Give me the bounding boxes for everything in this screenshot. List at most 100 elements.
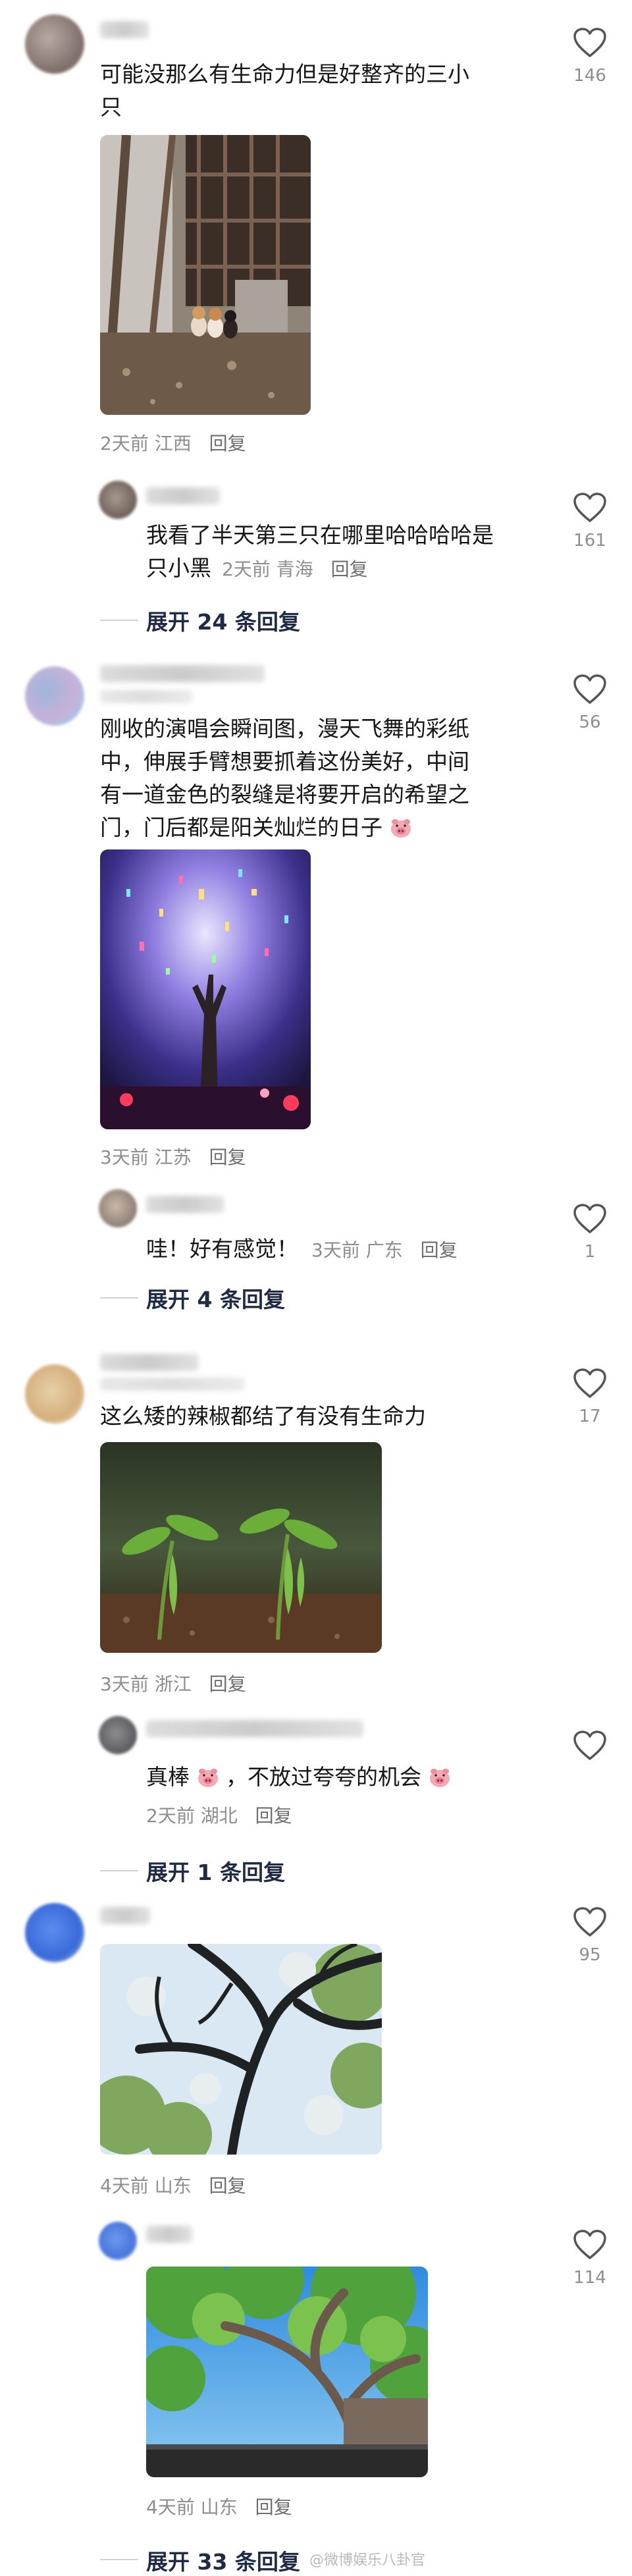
reply-text: 哇！好有感觉！ 3天前 广东 回复	[146, 1233, 554, 1267]
comment-photo-concert[interactable]	[100, 849, 311, 1129]
comment-text-line: 刚收的演唱会瞬间图，漫天飞舞的彩纸	[100, 716, 469, 741]
comment-time: 3天前	[100, 1673, 149, 1695]
watermark: @微博娱乐八卦官	[309, 2552, 426, 2569]
reply-meta: 3天前 广东 回复	[311, 1234, 458, 1267]
comment-text: 刚收的演唱会瞬间图，漫天飞舞的彩纸 中，伸展手臂想要抓着这份美好，中间 有一道金…	[100, 712, 561, 844]
like-heart-icon[interactable]	[573, 1368, 607, 1399]
username-blurred-2	[100, 690, 192, 703]
username-blurred[interactable]	[100, 665, 265, 682]
comment-region: 江西	[154, 433, 192, 454]
comment-photo-tree[interactable]	[100, 1944, 382, 2155]
like-heart-icon[interactable]	[573, 493, 607, 523]
comment-text-line: 可能没那么有生命力但是好整齐的三小	[100, 61, 469, 87]
expand-replies-button[interactable]: 展开 24 条回复	[146, 604, 300, 636]
username-blurred[interactable]	[146, 1196, 224, 1213]
comment-meta: 4天前 山东 回复	[100, 2172, 246, 2198]
username-blurred-2	[100, 1378, 245, 1391]
comment-time: 4天前	[100, 2175, 149, 2197]
comment-text-line: 只	[100, 94, 122, 120]
reply-button[interactable]: 回复	[255, 2496, 292, 2518]
avatar[interactable]	[25, 666, 84, 726]
comment-photo-peppers[interactable]	[100, 1442, 382, 1653]
username-blurred[interactable]	[100, 1354, 199, 1371]
like-count: 56	[579, 712, 601, 732]
username-blurred[interactable]	[146, 1720, 363, 1737]
like-count: 161	[573, 531, 606, 550]
reply-text-line: 哇！好有感觉！	[146, 1236, 298, 1262]
like-count: 1	[584, 1242, 596, 1262]
pig-face-emoji-icon	[429, 1769, 450, 1787]
expand-replies-button[interactable]: 展开 4 条回复	[146, 1282, 285, 1314]
like-count: 17	[579, 1407, 601, 1426]
reply-region: 湖北	[200, 1805, 238, 1827]
like-count: 95	[579, 1945, 601, 1965]
comment-region: 浙江	[154, 1673, 192, 1695]
reply-button[interactable]: 回复	[331, 558, 368, 580]
reply-text-line: 真棒	[146, 1764, 190, 1790]
pig-face-emoji-icon	[390, 819, 411, 838]
comment-region: 山东	[154, 2175, 192, 2197]
comment-region: 江苏	[154, 1146, 192, 1168]
username-blurred[interactable]	[100, 1907, 150, 1924]
reply-meta: 2天前 青海 回复	[222, 553, 368, 586]
like-heart-icon[interactable]	[573, 1731, 607, 1761]
expand-replies-button[interactable]: 展开 1 条回复	[146, 1855, 285, 1887]
expand-replies-button[interactable]: 展开 33 条回复	[146, 2544, 300, 2576]
avatar[interactable]	[25, 1364, 84, 1424]
like-heart-icon[interactable]	[573, 28, 607, 58]
divider	[100, 620, 138, 621]
comment-time: 3天前	[100, 1146, 149, 1168]
reply-button[interactable]: 回复	[255, 1805, 292, 1827]
avatar[interactable]	[99, 1716, 137, 1754]
reply-text-line: 我看了半天第三只在哪里哈哈哈哈是	[146, 522, 494, 548]
reply-time: 2天前	[146, 1805, 195, 1827]
pig-face-emoji-icon	[198, 1769, 218, 1787]
avatar[interactable]	[99, 1189, 137, 1227]
comment-text-line: 中，伸展手臂想要抓着这份美好，中间	[100, 749, 469, 774]
avatar[interactable]	[25, 14, 84, 74]
divider	[100, 2559, 138, 2560]
comment-time: 2天前	[100, 433, 149, 454]
reply-text: 我看了半天第三只在哪里哈哈哈哈是 只小黑 2天前 青海 回复	[146, 519, 554, 586]
reply-time: 3天前	[311, 1239, 360, 1261]
like-count: 146	[573, 66, 606, 86]
reply-button[interactable]: 回复	[421, 1239, 458, 1261]
comment-meta: 3天前 江苏 回复	[100, 1143, 246, 1169]
comment-photo-tree-canopy[interactable]	[146, 2267, 428, 2477]
like-heart-icon[interactable]	[573, 1204, 607, 1234]
username-blurred[interactable]	[146, 487, 220, 504]
reply-region: 青海	[276, 558, 313, 580]
reply-text-line: ，不放过夸夸的机会	[226, 1764, 421, 1790]
comment-text-line: 这么矮的辣椒都结了有没有生命力	[100, 1403, 426, 1429]
reply-button[interactable]: 回复	[209, 1146, 246, 1168]
reply-button[interactable]: 回复	[209, 433, 246, 454]
reply-time: 2天前	[222, 558, 271, 580]
comment-text-line: 门，门后都是阳关灿烂的日子	[100, 815, 382, 840]
comment-text: 这么矮的辣椒都结了有没有生命力	[100, 1400, 548, 1433]
comment-photo-cats[interactable]	[100, 135, 311, 415]
divider	[100, 1297, 138, 1299]
avatar[interactable]	[25, 1903, 84, 1962]
comment-region: 山东	[200, 2496, 238, 2518]
reply-meta: 2天前 湖北 回复	[146, 1802, 292, 1828]
comment-text: 可能没那么有生命力但是好整齐的三小 只	[100, 58, 548, 124]
like-heart-icon[interactable]	[573, 674, 607, 705]
like-heart-icon[interactable]	[573, 1907, 607, 1937]
reply-text-line: 只小黑	[146, 555, 211, 581]
avatar[interactable]	[99, 2222, 137, 2260]
reply-button[interactable]: 回复	[209, 2175, 246, 2197]
comment-text-line: 有一道金色的裂缝是将要开启的希望之	[100, 782, 469, 807]
reply-button[interactable]: 回复	[209, 1673, 246, 1695]
username-blurred[interactable]	[146, 2226, 192, 2243]
divider	[100, 1870, 138, 1871]
reply-text: 真棒 ，不放过夸夸的机会	[146, 1761, 554, 1794]
avatar[interactable]	[99, 481, 137, 519]
like-count: 114	[573, 2268, 606, 2288]
comment-meta: 3天前 浙江 回复	[100, 1670, 246, 1696]
like-heart-icon[interactable]	[573, 2230, 607, 2260]
username-blurred[interactable]	[100, 21, 149, 38]
reply-region: 广东	[365, 1239, 403, 1261]
comment-meta: 2天前 江西 回复	[100, 429, 246, 456]
comment-time: 4天前	[146, 2496, 195, 2518]
comment-meta: 4天前 山东 回复	[146, 2493, 292, 2519]
